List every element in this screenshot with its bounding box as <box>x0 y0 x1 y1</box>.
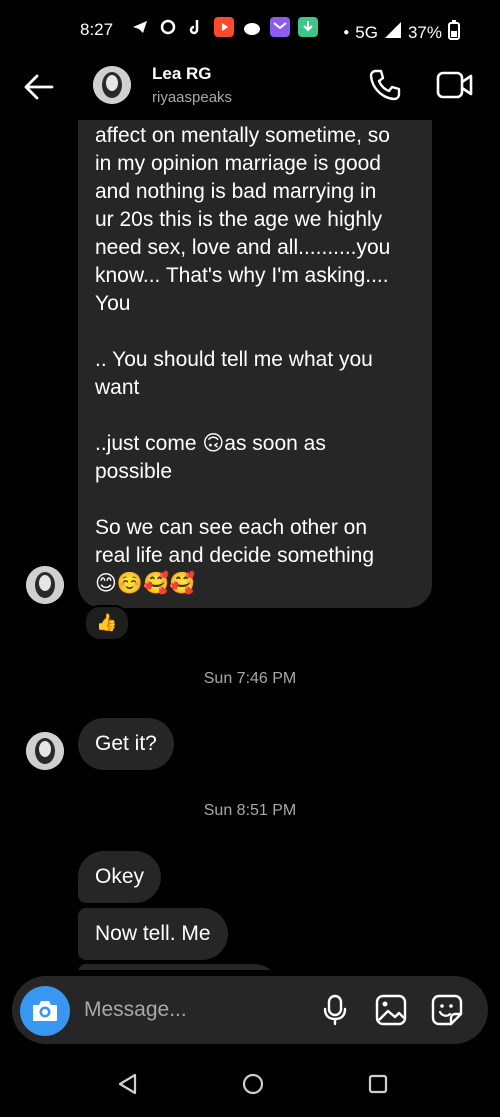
camera-button[interactable] <box>20 986 70 1036</box>
contact-name[interactable]: Lea RG <box>152 64 212 84</box>
microphone-icon[interactable] <box>318 993 352 1027</box>
chat-header: Lea RG riyaaspeaks <box>0 60 500 120</box>
battery-icon <box>448 20 460 45</box>
signal-icon <box>384 21 402 44</box>
mail-icon <box>270 17 290 37</box>
sticker-icon[interactable] <box>430 993 464 1027</box>
status-right: ● 5G 37% <box>343 20 460 45</box>
nav-home-icon[interactable] <box>241 1072 265 1096</box>
reaction-badge[interactable]: 👍 <box>84 605 130 641</box>
contact-avatar[interactable] <box>93 66 131 104</box>
received-message[interactable]: Get it? <box>78 718 174 770</box>
received-message[interactable]: Okey <box>78 851 162 903</box>
contact-username[interactable]: riyaaspeaks <box>152 89 232 106</box>
message-input[interactable]: Message... <box>84 998 187 1022</box>
tiktok-icon <box>186 17 206 37</box>
system-nav-bar <box>0 1050 500 1117</box>
timestamp: Sun 8:51 PM <box>203 802 297 819</box>
back-arrow-icon[interactable] <box>22 70 56 104</box>
network-label: 5G <box>355 22 378 42</box>
received-message[interactable]: Now tell. Me <box>78 908 228 960</box>
gallery-icon[interactable] <box>374 993 408 1027</box>
status-time: 8:27 <box>80 20 114 39</box>
telegram-icon <box>130 17 150 37</box>
reddit-icon <box>242 17 262 37</box>
sender-avatar[interactable] <box>26 732 64 770</box>
timestamp: Sun 7:46 PM <box>203 670 297 687</box>
received-message-long[interactable]: affect on mentally sometime, so in my op… <box>78 120 432 608</box>
dot-icon: ● <box>343 27 350 38</box>
phone-call-icon[interactable] <box>368 68 402 102</box>
nav-back-icon[interactable] <box>116 1072 140 1096</box>
sender-avatar[interactable] <box>26 566 64 604</box>
battery-label: 37% <box>407 22 442 42</box>
download-icon <box>298 17 318 37</box>
nav-recents-icon[interactable] <box>366 1072 390 1096</box>
notification-icons <box>130 17 318 37</box>
g-icon <box>158 17 178 37</box>
message-thread[interactable]: affect on mentally sometime, so in my op… <box>0 120 500 970</box>
video-call-icon[interactable] <box>436 68 474 102</box>
message-text: affect on mentally sometime, so in my op… <box>95 124 391 595</box>
youtube-icon <box>214 17 234 37</box>
camera-icon <box>33 1001 57 1021</box>
received-message-partial[interactable] <box>78 964 280 970</box>
message-composer: Message... <box>12 976 488 1044</box>
status-bar: 8:27 ● 5G 37% <box>0 0 500 60</box>
